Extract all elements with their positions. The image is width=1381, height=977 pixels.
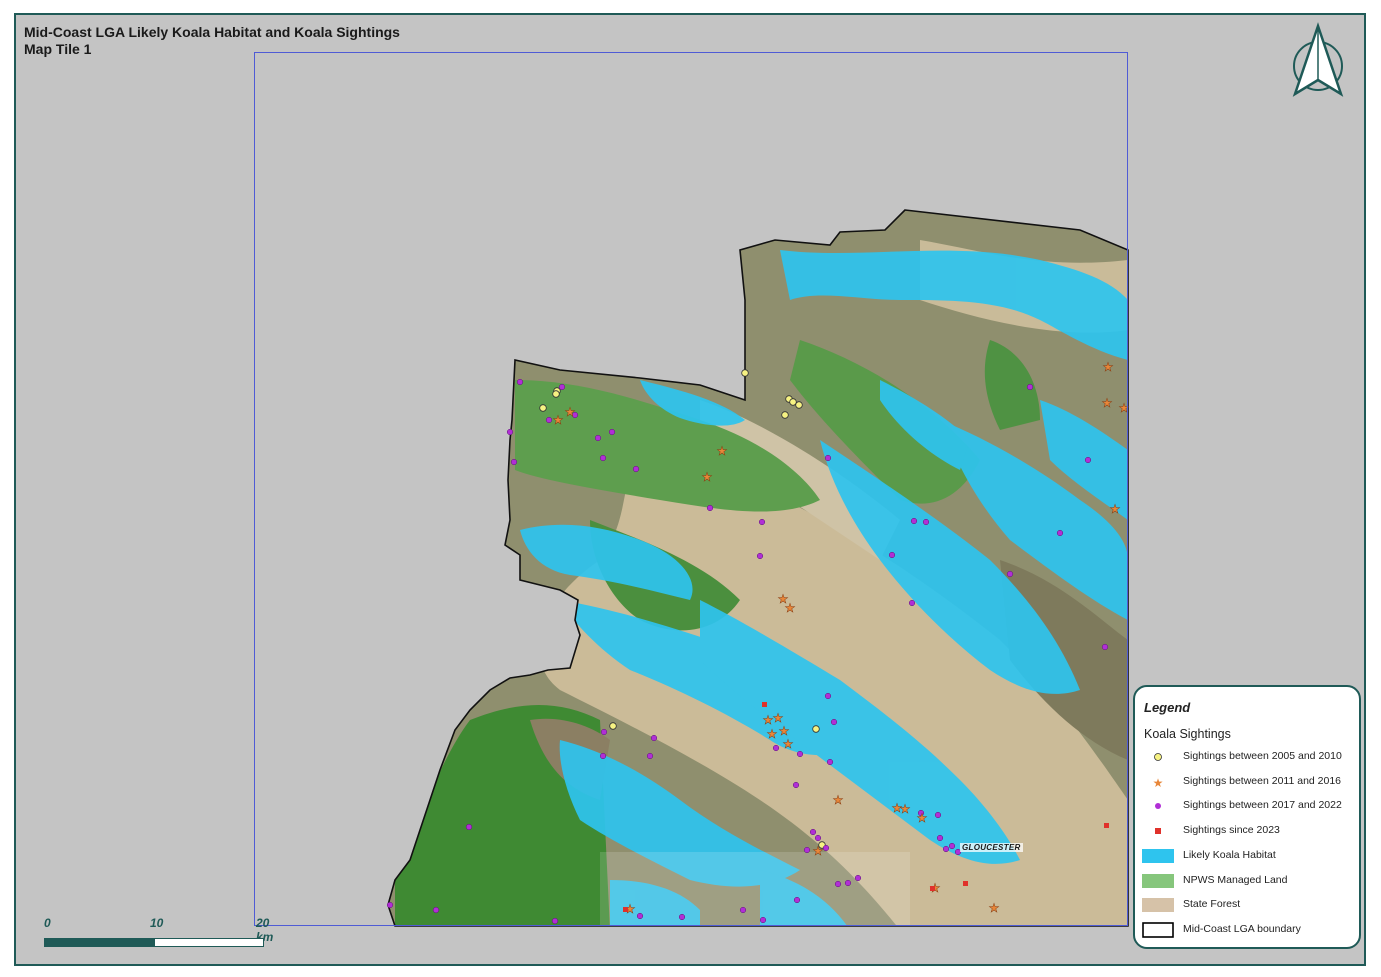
legend-label: Sightings between 2005 and 2010 <box>1183 750 1342 762</box>
yellow-circle-icon <box>1154 753 1162 761</box>
town-label-gloucester: GLOUCESTER <box>960 843 1023 852</box>
orange-star-icon: ★ <box>1153 776 1164 790</box>
legend-label: Sightings between 2011 and 2016 <box>1183 775 1342 787</box>
scale-tick-0: 0 <box>44 916 51 930</box>
legend-subtitle: Koala Sightings <box>1144 727 1231 741</box>
legend-item-state-forest: State Forest <box>1135 895 1355 915</box>
map-tile-extent <box>254 52 1128 926</box>
green-patch-icon <box>1142 874 1174 888</box>
legend-label: Mid-Coast LGA boundary <box>1183 923 1301 935</box>
legend-item-lga-boundary: Mid-Coast LGA boundary <box>1135 920 1355 940</box>
legend-label: Sightings since 2023 <box>1183 824 1280 836</box>
purple-circle-icon <box>1155 803 1161 809</box>
north-arrow-icon <box>1292 22 1344 97</box>
scale-bar: 0 10 20 km <box>44 916 274 956</box>
red-square-icon <box>1155 828 1161 834</box>
legend-label: State Forest <box>1183 898 1241 910</box>
svg-text:★: ★ <box>1153 776 1164 790</box>
legend-label: Sightings between 2017 and 2022 <box>1183 799 1342 811</box>
legend-label: Likely Koala Habitat <box>1183 849 1276 861</box>
legend-item-2005-2010: Sightings between 2005 and 2010 <box>1135 747 1355 767</box>
legend-item-npws: NPWS Managed Land <box>1135 871 1355 891</box>
legend-label: NPWS Managed Land <box>1183 874 1288 886</box>
legend-item-2011-2016: ★ Sightings between 2011 and 2016 <box>1135 772 1355 792</box>
tan-patch-icon <box>1142 898 1174 912</box>
scale-tick-10: 10 <box>150 916 164 930</box>
scale-bar-segment-light <box>154 938 264 947</box>
legend-item-since-2023: Sightings since 2023 <box>1135 821 1355 841</box>
legend-title: Legend <box>1144 700 1191 715</box>
legend-panel: Legend Koala Sightings Sightings between… <box>1133 685 1361 949</box>
cyan-patch-icon <box>1142 849 1174 863</box>
scale-bar-segment-dark <box>44 938 155 947</box>
legend-item-2017-2022: Sightings between 2017 and 2022 <box>1135 796 1355 816</box>
boundary-outline-icon <box>1142 922 1174 938</box>
legend-item-koala-habitat: Likely Koala Habitat <box>1135 846 1355 866</box>
